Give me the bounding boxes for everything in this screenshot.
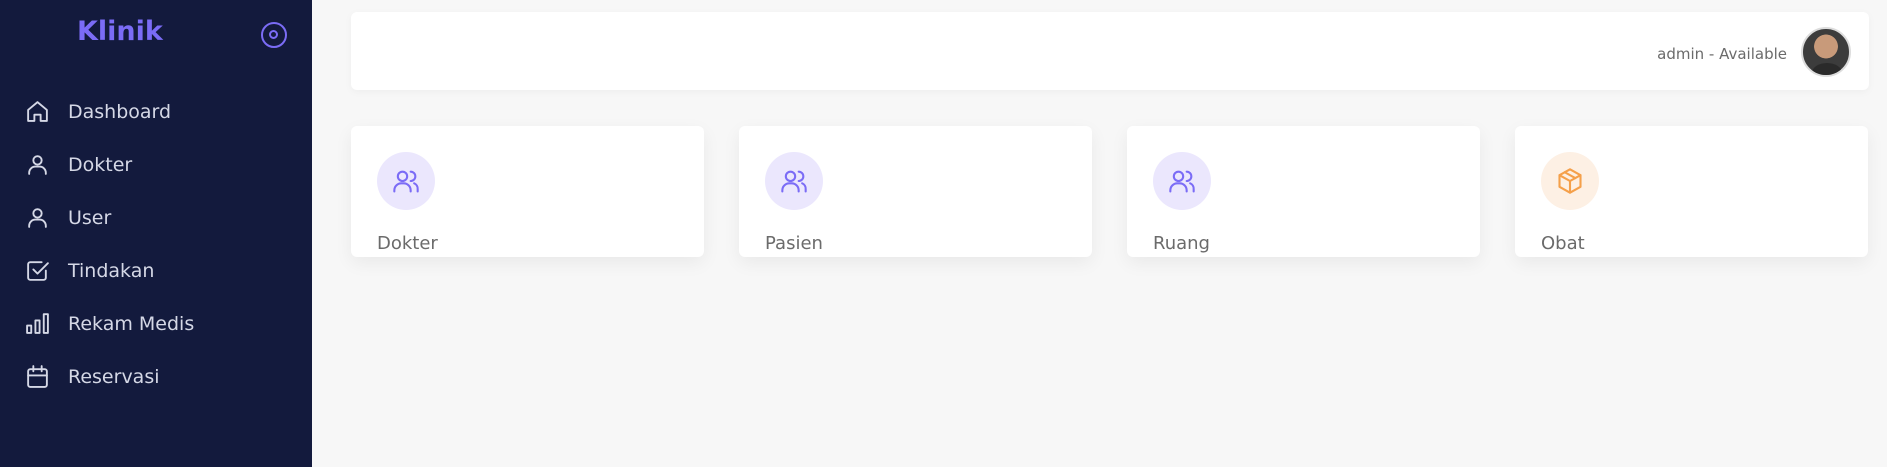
card-label: Pasien [765,233,823,254]
check-square-icon [27,261,49,281]
sidebar-item-tindakan[interactable]: Tindakan [0,244,312,297]
users-icon [765,152,823,210]
sidebar-item-dokter[interactable]: Dokter [0,138,312,191]
brand-logo[interactable]: Klinik [77,16,163,47]
sidebar-item-rekam-medis[interactable]: Rekam Medis [0,297,312,350]
card-label: Dokter [377,233,438,254]
sidebar-item-label: User [68,206,112,229]
card-pasien[interactable]: Pasien [739,126,1092,257]
box-icon [1541,152,1599,210]
sidebar-item-dashboard[interactable]: Dashboard [0,85,312,138]
card-label: Ruang [1153,233,1210,254]
user-status[interactable]: admin - Available [1657,45,1787,63]
users-icon [377,152,435,210]
sidebar-item-label: Dashboard [68,100,172,123]
card-ruang[interactable]: Ruang [1127,126,1480,257]
sidebar-toggle-icon[interactable] [261,22,287,48]
user-icon [28,155,47,175]
sidebar-item-label: Tindakan [68,259,155,282]
sidebar-item-label: Rekam Medis [68,312,195,335]
topbar: admin - Available [351,12,1869,90]
sidebar-item-reservasi[interactable]: Reservasi [0,350,312,403]
sidebar-item-label: Reservasi [68,365,160,388]
sidebar-item-user[interactable]: User [0,191,312,244]
card-obat[interactable]: Obat [1515,126,1868,257]
card-dokter[interactable]: Dokter [351,126,704,257]
sidebar: Klinik Dashboard Dokter User Tindakan Re… [0,0,312,467]
user-icon [28,208,47,228]
bar-chart-icon [26,313,49,334]
sidebar-nav: Dashboard Dokter User Tindakan Rekam Med… [0,85,312,403]
home-icon [27,101,48,122]
avatar[interactable] [1801,27,1851,77]
card-label: Obat [1541,233,1585,254]
users-icon [1153,152,1211,210]
sidebar-item-label: Dokter [68,153,133,176]
calendar-icon [27,365,48,388]
